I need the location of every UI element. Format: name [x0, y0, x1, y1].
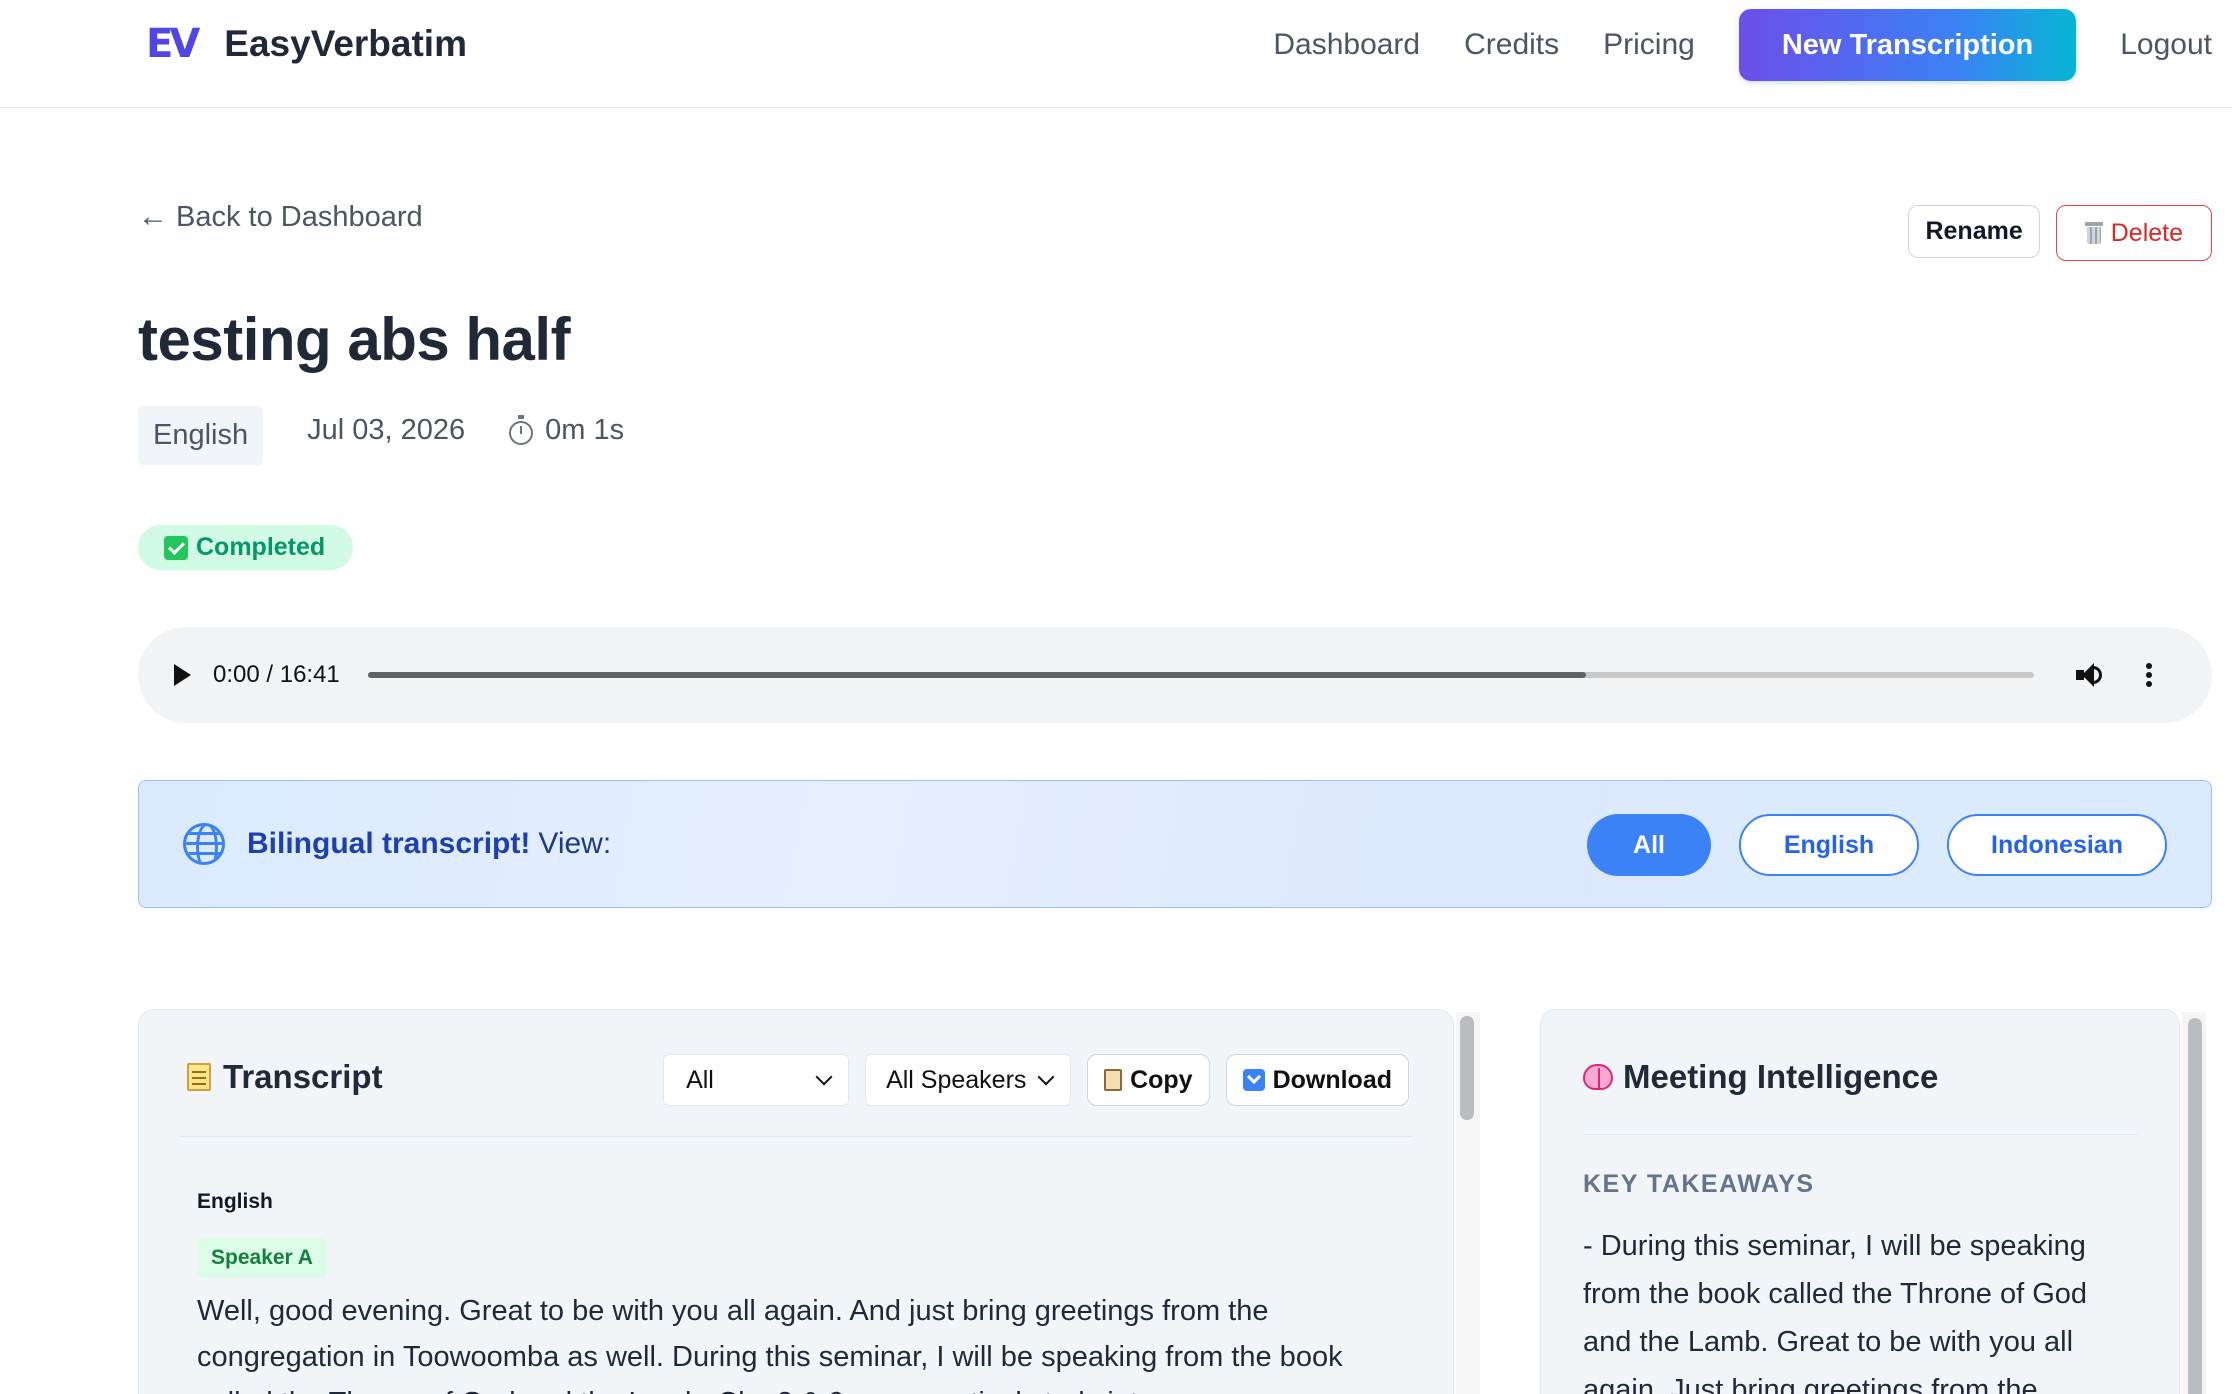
- nav-dashboard-link[interactable]: Dashboard: [1273, 28, 1420, 62]
- speaker-badge: Speaker A: [197, 1238, 327, 1278]
- copy-label: Copy: [1130, 1065, 1193, 1094]
- intelligence-scrollbar-thumb[interactable]: [2188, 1018, 2202, 1394]
- transcription-actions: Rename Delete: [1908, 205, 2212, 261]
- more-options-icon[interactable]: [2145, 663, 2152, 687]
- play-icon[interactable]: [174, 664, 191, 686]
- language-view-toggle: All English Indonesian: [1559, 814, 2167, 876]
- check-icon: [164, 535, 188, 560]
- transcription-duration: 0m 1s: [509, 414, 624, 447]
- download-label: Download: [1272, 1065, 1392, 1094]
- intelligence-title: Meeting Intelligence: [1623, 1058, 1939, 1095]
- transcript-language-section: English: [197, 1190, 273, 1213]
- volume-icon[interactable]: [2075, 661, 2106, 689]
- status-label: Completed: [196, 533, 326, 561]
- logo-mark-icon: EV: [146, 21, 200, 67]
- stopwatch-icon: [509, 414, 534, 445]
- copy-button[interactable]: Copy: [1087, 1054, 1210, 1106]
- meeting-intelligence-panel: Meeting Intelligence KEY TAKEAWAYS - Dur…: [1540, 1009, 2180, 1394]
- main-nav: Dashboard Credits Pricing New Transcript…: [1273, 0, 2232, 90]
- key-takeaways-text: - During this seminar, I will be speakin…: [1583, 1230, 2088, 1394]
- back-arrow-icon: ←: [138, 200, 168, 233]
- bilingual-banner: Bilingual transcript! View: All English …: [138, 780, 2212, 908]
- clipboard-icon: [1104, 1069, 1123, 1091]
- divider: [179, 1136, 1413, 1137]
- trash-icon: [2084, 222, 2103, 244]
- language-filter-value: All: [686, 1065, 714, 1094]
- nav-credits-link[interactable]: Credits: [1464, 28, 1559, 62]
- transcript-scrollbar-thumb[interactable]: [1460, 1016, 1474, 1120]
- globe-icon: [183, 823, 225, 865]
- transcription-date: Jul 03, 2026: [307, 414, 466, 446]
- app-name: EasyVerbatim: [224, 23, 467, 64]
- nav-pricing-link[interactable]: Pricing: [1603, 28, 1695, 62]
- intelligence-heading: Meeting Intelligence: [1583, 1058, 1938, 1096]
- download-icon: [1242, 1069, 1265, 1091]
- duration-value: 0m 1s: [545, 414, 625, 446]
- back-label: Back to Dashboard: [176, 200, 423, 233]
- divider: [1583, 1134, 2139, 1135]
- chevron-down-icon: [1037, 1068, 1055, 1086]
- view-english-button[interactable]: English: [1739, 814, 1919, 876]
- playback-progress-fill: [367, 672, 1586, 678]
- transcript-heading: Transcript: [187, 1058, 383, 1096]
- transcript-toolbar: All All Speakers Copy Download: [663, 1054, 1409, 1106]
- transcript-segment-text: Well, good evening. Great to be with you…: [197, 1295, 1343, 1394]
- audio-player: 0:00 / 16:41: [138, 627, 2212, 723]
- page-title: testing abs half: [138, 306, 571, 373]
- transcription-meta: English Jul 03, 2026 0m 1s: [138, 406, 624, 465]
- playback-time: 0:00 / 16:41: [213, 661, 340, 688]
- back-to-dashboard-link[interactable]: ← Back to Dashboard: [138, 200, 423, 234]
- rename-button[interactable]: Rename: [1908, 205, 2040, 258]
- top-nav-bar: EV EasyVerbatim Dashboard Credits Pricin…: [0, 0, 2232, 108]
- language-filter-select[interactable]: All: [663, 1054, 850, 1106]
- playback-progress-bar[interactable]: [367, 672, 2034, 678]
- transcript-title: Transcript: [223, 1058, 383, 1095]
- speaker-filter-select[interactable]: All Speakers: [865, 1054, 1072, 1106]
- transcript-panel: Transcript All All Speakers Copy Downloa…: [138, 1009, 1454, 1394]
- key-takeaways-heading: KEY TAKEAWAYS: [1583, 1170, 1815, 1198]
- speaker-filter-value: All Speakers: [886, 1065, 1027, 1094]
- view-indonesian-button[interactable]: Indonesian: [1947, 814, 2167, 876]
- chevron-down-icon: [815, 1068, 833, 1086]
- language-chip: English: [138, 406, 264, 465]
- brain-icon: [1583, 1064, 1613, 1090]
- delete-label: Delete: [2110, 218, 2183, 247]
- memo-icon: [187, 1063, 211, 1091]
- status-badge: Completed: [138, 525, 354, 570]
- bilingual-title: Bilingual transcript!: [247, 827, 531, 860]
- bilingual-view-label: View:: [538, 827, 612, 860]
- download-button[interactable]: Download: [1225, 1054, 1409, 1106]
- new-transcription-button[interactable]: New Transcription: [1738, 9, 2077, 81]
- delete-button[interactable]: Delete: [2055, 205, 2212, 261]
- logout-link[interactable]: Logout: [2120, 28, 2212, 62]
- brand-logo[interactable]: EV EasyVerbatim: [146, 22, 467, 66]
- view-all-button[interactable]: All: [1587, 814, 1711, 876]
